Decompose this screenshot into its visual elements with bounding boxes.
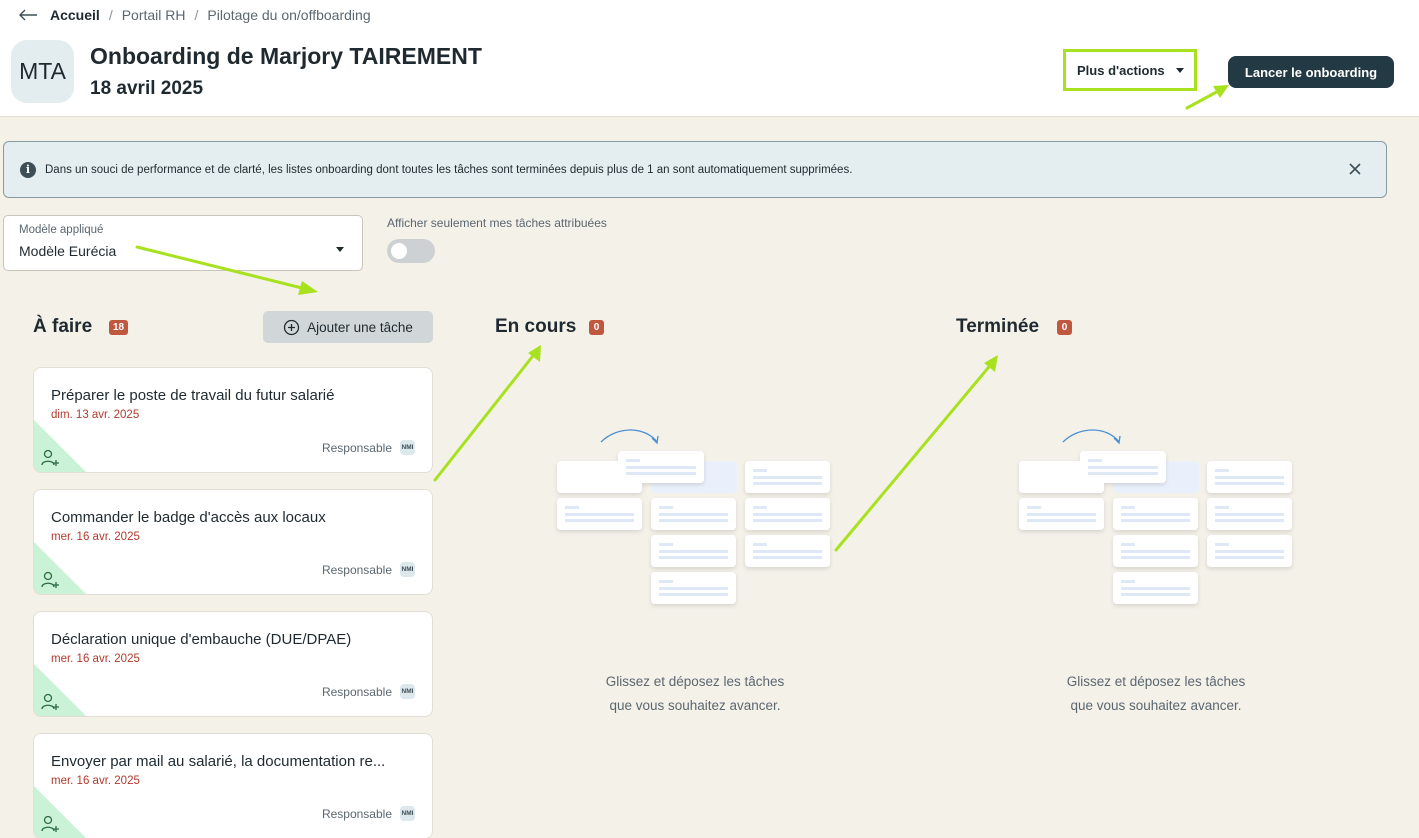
add-task-label: Ajouter une tâche	[307, 319, 413, 335]
assign-user-icon[interactable]	[40, 692, 60, 712]
avatar: MTA	[11, 40, 74, 103]
model-select-value: Modèle Eurécia	[19, 243, 117, 259]
empty-state-line: que vous souhaitez avancer.	[1070, 698, 1242, 713]
more-actions-button[interactable]: Plus d'actions	[1063, 49, 1197, 91]
task-due-date: mer. 16 avr. 2025	[51, 775, 140, 787]
responsable-label: Responsable	[321, 563, 392, 577]
assign-user-icon[interactable]	[40, 814, 60, 834]
task-card[interactable]: Envoyer par mail au salarié, la document…	[33, 733, 433, 838]
task-title: Déclaration unique d'embauche (DUE/DPAE)	[51, 631, 352, 648]
responsable-label: Responsable	[321, 807, 392, 821]
breadcrumb-pilotage[interactable]: Pilotage du on/offboarding	[207, 7, 370, 23]
task-card[interactable]: Commander le badge d'accès aux locaux me…	[33, 489, 433, 595]
empty-state-text: Glissez et déposez les tâches que vous s…	[1026, 670, 1286, 718]
more-actions-label: Plus d'actions	[1077, 62, 1165, 78]
empty-board-illustration	[1019, 429, 1292, 604]
back-arrow-icon[interactable]	[18, 7, 38, 23]
task-due-date: mer. 16 avr. 2025	[51, 531, 140, 543]
empty-state-line: que vous souhaitez avancer.	[609, 698, 781, 713]
breadcrumb-accueil[interactable]: Accueil	[50, 7, 100, 23]
breadcrumb-portail-rh[interactable]: Portail RH	[122, 7, 186, 23]
page-date: 18 avril 2025	[90, 78, 204, 99]
task-due-date: dim. 13 avr. 2025	[51, 409, 140, 421]
toggle-knob	[391, 243, 407, 259]
responsable-label: Responsable	[321, 441, 392, 455]
caret-down-icon	[1175, 67, 1184, 73]
close-icon[interactable]	[1344, 158, 1366, 180]
plus-circle-icon	[283, 319, 300, 335]
column-title-todo: À faire	[33, 316, 93, 337]
column-title-done: Terminée	[956, 316, 1040, 337]
add-task-button[interactable]: Ajouter une tâche	[263, 311, 433, 343]
empty-state-line: Glissez et déposez les tâches	[1066, 674, 1246, 689]
info-banner-text: Dans un souci de performance et de clart…	[45, 163, 853, 176]
count-badge-done: 0	[1057, 320, 1072, 335]
assign-user-icon[interactable]	[40, 448, 60, 468]
task-card[interactable]: Déclaration unique d'embauche (DUE/DPAE)…	[33, 611, 433, 717]
empty-board-illustration	[557, 429, 830, 604]
column-title-in-progress: En cours	[495, 316, 577, 337]
assign-user-icon[interactable]	[40, 570, 60, 590]
caret-down-icon	[336, 247, 344, 252]
task-card[interactable]: Préparer le poste de travail du futur sa…	[33, 367, 433, 473]
my-tasks-toggle[interactable]	[387, 239, 435, 263]
model-select-label: Modèle appliqué	[19, 224, 104, 236]
responsable-badge: NMI	[400, 684, 415, 699]
task-title: Envoyer par mail au salarié, la document…	[51, 753, 386, 770]
responsable-badge: NMI	[400, 440, 415, 455]
launch-onboarding-button[interactable]: Lancer le onboarding	[1228, 56, 1394, 88]
empty-state-line: Glissez et déposez les tâches	[605, 674, 785, 689]
model-select[interactable]: Modèle appliqué Modèle Eurécia	[3, 215, 363, 271]
responsable-badge: NMI	[400, 806, 415, 821]
my-tasks-toggle-label: Afficher seulement mes tâches attribuées	[387, 216, 607, 230]
task-title: Commander le badge d'accès aux locaux	[51, 509, 326, 526]
responsable-badge: NMI	[400, 562, 415, 577]
page-title: Onboarding de Marjory TAIREMENT	[90, 43, 482, 69]
breadcrumb-separator: /	[108, 7, 113, 23]
empty-state-text: Glissez et déposez les tâches que vous s…	[565, 670, 825, 718]
info-banner: i Dans un souci de performance et de cla…	[3, 141, 1387, 198]
count-badge-in-progress: 0	[589, 320, 604, 335]
count-badge-todo: 18	[109, 320, 129, 335]
task-title: Préparer le poste de travail du futur sa…	[51, 387, 335, 404]
breadcrumb: Accueil / Portail RH / Pilotage du on/of…	[18, 7, 371, 23]
responsable-label: Responsable	[321, 685, 392, 699]
breadcrumb-separator: /	[194, 7, 199, 23]
top-bar: Accueil / Portail RH / Pilotage du on/of…	[0, 0, 1419, 117]
task-due-date: mer. 16 avr. 2025	[51, 653, 140, 665]
info-icon: i	[20, 161, 36, 178]
